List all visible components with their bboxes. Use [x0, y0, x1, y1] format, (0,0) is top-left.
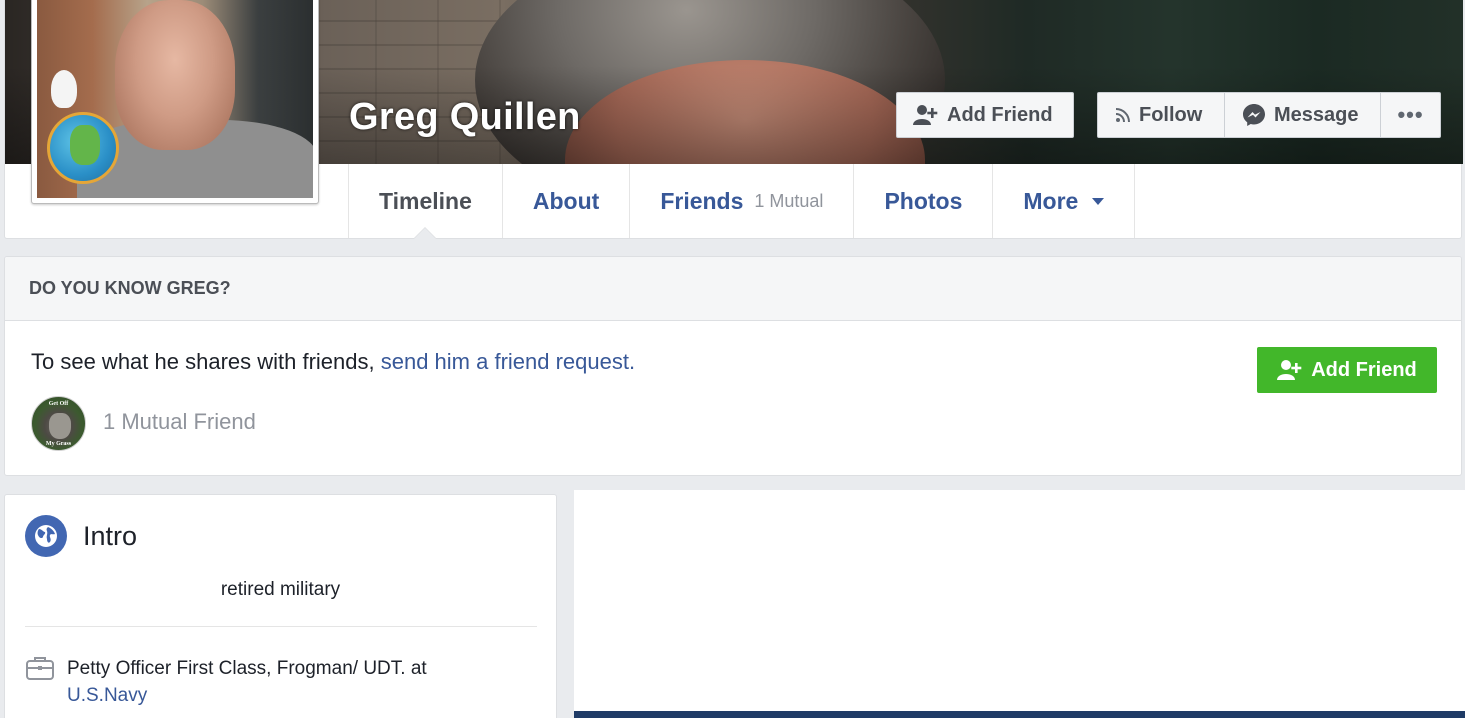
add-friend-icon — [1277, 360, 1302, 380]
message-label: Message — [1274, 103, 1359, 126]
do-you-know-card: DO YOU KNOW GREG? To see what he shares … — [4, 256, 1462, 476]
tab-friends[interactable]: Friends 1 Mutual — [630, 164, 855, 238]
divider — [25, 626, 537, 627]
work-entry: Petty Officer First Class, Frogman/ UDT.… — [67, 655, 427, 709]
globe-icon — [25, 515, 67, 557]
prompt-text: To see what he shares with friends, — [31, 349, 381, 374]
more-options-button[interactable]: ••• — [1380, 93, 1440, 137]
profile-actions: Follow Message ••• — [1097, 92, 1441, 138]
add-friend-icon — [913, 105, 938, 125]
profile-tabs: Timeline About Friends 1 Mutual Photos M… — [348, 164, 1136, 239]
tab-more[interactable]: More — [993, 164, 1136, 238]
intro-card: Intro retired military Petty Officer Fir… — [4, 494, 557, 718]
mutual-count: 1 Mutual — [754, 190, 824, 211]
work-title: Petty Officer First Class, Frogman/ UDT.… — [67, 658, 427, 679]
follow-label: Follow — [1139, 103, 1203, 126]
employer-link[interactable]: U.S.Navy — [67, 685, 147, 706]
friend-request-prompt: To see what he shares with friends, send… — [31, 349, 635, 375]
tab-label: Photos — [884, 187, 963, 214]
rss-follow-icon — [1115, 108, 1130, 123]
caret-down-icon — [1092, 197, 1105, 205]
add-friend-label: Add Friend — [1311, 358, 1417, 381]
profile-header: Greg Quillen Add Friend Follow Message •… — [4, 0, 1463, 239]
avatar-caption-bottom: My Grass — [45, 441, 72, 447]
tab-about[interactable]: About — [503, 164, 631, 238]
tab-label: Friends — [660, 187, 744, 214]
intro-bio: retired military — [220, 579, 341, 600]
tab-label: More — [1023, 187, 1079, 214]
briefcase-icon — [26, 657, 54, 680]
ellipsis-icon: ••• — [1397, 102, 1424, 127]
follow-button[interactable]: Follow — [1098, 93, 1224, 137]
add-friend-button[interactable]: Add Friend — [896, 92, 1074, 138]
avatar-caption-top: Get Off — [48, 401, 69, 407]
profile-picture[interactable] — [31, 0, 319, 204]
add-friend-green-button[interactable]: Add Friend — [1257, 347, 1437, 393]
mutual-friends-link[interactable]: 1 Mutual Friend — [103, 409, 256, 435]
intro-title: Intro — [83, 521, 138, 551]
tab-photos[interactable]: Photos — [854, 164, 994, 238]
mutual-friend-avatar[interactable]: Get Off My Grass — [31, 396, 86, 451]
tab-label: Timeline — [379, 187, 472, 214]
messenger-icon — [1243, 104, 1265, 126]
profile-name[interactable]: Greg Quillen — [349, 96, 581, 139]
add-friend-label: Add Friend — [947, 103, 1053, 126]
tab-label: About — [532, 187, 600, 214]
message-button[interactable]: Message — [1224, 93, 1380, 137]
send-friend-request-link[interactable]: send him a friend request. — [381, 349, 635, 374]
tab-timeline[interactable]: Timeline — [349, 164, 503, 239]
content-panel — [574, 490, 1465, 718]
card-header: DO YOU KNOW GREG? — [5, 257, 1461, 321]
post-image-strip[interactable] — [574, 711, 1465, 718]
